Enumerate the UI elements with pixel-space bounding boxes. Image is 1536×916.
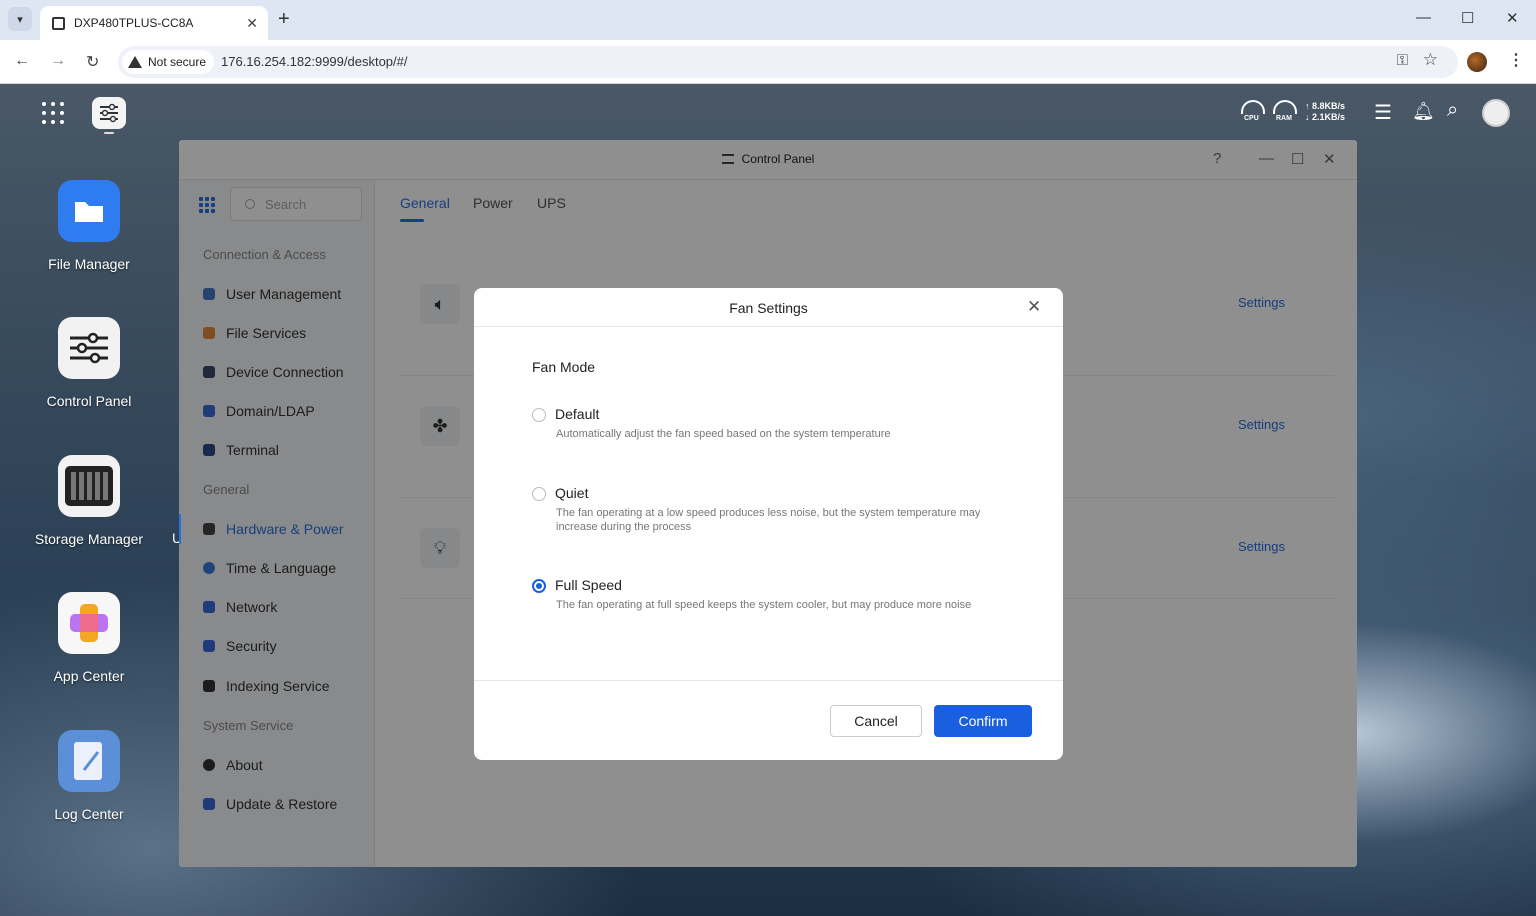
desktop-icon-label: Control Panel [46,393,132,409]
desktop-icon-label: Storage Manager [34,531,144,547]
notification-bell-icon[interactable]: 🔔︎ [1412,101,1435,122]
browser-tab[interactable]: DXP480TPLUS-CC8A ✕ [40,6,268,40]
radio-full-speed[interactable] [532,579,546,593]
desktop-icon-file-manager[interactable]: File Manager [30,180,148,272]
task-list-icon[interactable]: ☰ [1374,100,1392,125]
option-label: Quiet [555,485,589,501]
tab-search-dropdown[interactable]: ▾ [8,7,32,31]
option-description: The fan operating at full speed keeps th… [556,599,972,611]
browser-menu-icon[interactable]: ⋮ [1508,50,1524,70]
desktop-icon-log-center[interactable]: Log Center [30,730,148,822]
radio-quiet[interactable] [532,487,546,501]
upload-speed: ↑ 8.8KB/s [1305,101,1346,111]
browser-tab-strip: ▾ DXP480TPLUS-CC8A ✕ + — ☐ ✕ [0,0,1536,40]
option-label: Full Speed [555,577,622,593]
dialog-header: Fan Settings ✕ [474,288,1063,327]
desktop-icon-storage-manager[interactable]: Storage Manager [30,455,148,547]
cancel-button[interactable]: Cancel [830,705,922,737]
active-app-indicator [104,132,114,134]
browser-toolbar: ← → ↻ Not secure 176.16.254.182:9999/des… [0,40,1536,84]
password-key-icon[interactable]: ⚿ [1397,52,1408,69]
desktop-icon-label: File Manager [48,256,130,272]
close-window-button[interactable]: ✕ [1506,9,1519,27]
user-avatar[interactable] [1482,99,1510,127]
ram-label: RAM [1276,115,1292,122]
new-tab-button[interactable]: + [278,8,290,31]
network-speed[interactable]: ↑ 8.8KB/s ↓ 2.1KB/s [1305,101,1345,123]
warning-icon [128,56,142,68]
dialog-title: Fan Settings [729,300,808,316]
download-speed: ↓ 2.1KB/s [1305,112,1346,122]
folder-icon [58,180,120,242]
tab-favicon-icon [52,16,65,30]
desktop-icon-label: Log Center [54,806,124,822]
sidebar-active-indicator [179,514,181,544]
security-indicator[interactable]: Not secure [122,50,215,74]
chevron-down-icon: ▾ [17,13,23,26]
option-label: Default [555,406,600,422]
option-description: The fan operating at a low speed produce… [556,507,981,533]
log-edit-icon [58,730,120,792]
tab-title: DXP480TPLUS-CC8A [74,16,194,30]
address-bar[interactable]: Not secure 176.16.254.182:9999/desktop/#… [118,46,1458,78]
minimize-window-button[interactable]: — [1416,9,1431,26]
cpu-label: CPU [1244,115,1259,122]
desktop-icon-app-center[interactable]: App Center [30,592,148,684]
app-center-icon [58,592,120,654]
close-tab-icon[interactable]: ✕ [246,15,258,32]
maximize-window-button[interactable]: ☐ [1461,9,1474,27]
fan-mode-label: Fan Mode [532,359,596,375]
confirm-button[interactable]: Confirm [934,705,1032,737]
radio-default[interactable] [532,408,546,422]
back-arrow-icon[interactable]: ← [14,52,30,70]
security-label: Not secure [148,55,207,69]
close-icon[interactable]: ✕ [1027,297,1041,317]
sliders-icon [58,317,120,379]
option-description: Automatically adjust the fan speed based… [556,428,891,440]
search-icon[interactable]: ⌕ [1447,99,1458,122]
fan-settings-dialog: Fan Settings ✕ Fan Mode Default Automati… [474,288,1063,760]
control-panel-taskbar-icon[interactable] [92,97,126,129]
reload-icon[interactable]: ↻ [86,52,99,72]
forward-arrow-icon[interactable]: → [50,52,66,70]
url-text[interactable]: 176.16.254.182:9999/desktop/#/ [221,54,408,69]
desktop-icon-label: App Center [53,668,125,684]
desktop-icon-control-panel[interactable]: Control Panel [30,317,148,409]
storage-drives-icon [58,455,120,517]
dialog-footer-divider [474,680,1063,681]
profile-avatar[interactable] [1467,52,1487,72]
app-launcher-icon[interactable] [42,102,64,124]
bookmark-star-icon[interactable]: ☆ [1423,50,1438,70]
